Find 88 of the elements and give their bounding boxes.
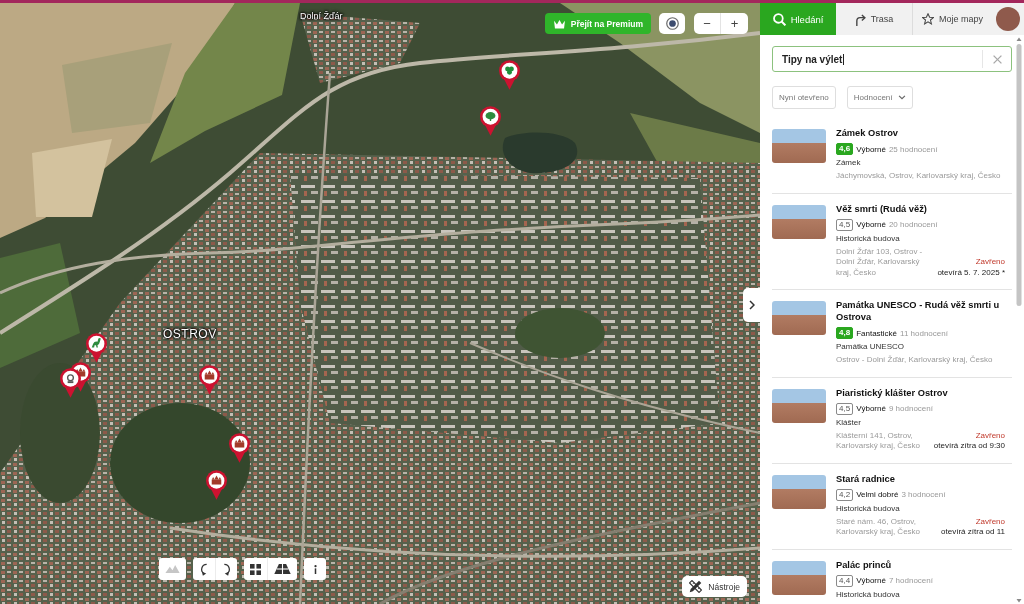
mountain-icon <box>165 565 180 573</box>
rating-count: 11 hodnocení <box>900 328 948 338</box>
rating-verdict: Výborné <box>856 144 886 154</box>
place-title[interactable]: Palác princů <box>836 558 1005 571</box>
rating-verdict: Výborné <box>856 404 886 413</box>
tools-button[interactable]: Nástroje <box>682 576 747 597</box>
category-label: Památka UNESCO <box>836 341 906 353</box>
perspective-grid-icon <box>274 564 291 574</box>
status-text: Zavřeno <box>974 516 1005 527</box>
clover-pin-icon[interactable] <box>499 60 520 90</box>
opening-hours-text: otevírá zítra od 9:30 <box>933 441 1005 452</box>
address-text: Dolní Žďár 103, Ostrov - Dolní Žďár, Karlovarský kraj, Česko <box>836 246 924 278</box>
rating-score: 4,4 <box>836 574 854 587</box>
rating-count: 25 hodnocení <box>888 144 938 154</box>
zoom-out-button[interactable]: − <box>694 13 721 34</box>
locate-button[interactable] <box>659 13 685 34</box>
text-cursor <box>843 53 845 65</box>
rating-count: 9 hodnocení <box>888 404 933 413</box>
pencil-ruler-icon <box>689 580 703 593</box>
opening-hours-text: otevírá 5. 7. 2025 * <box>937 267 1005 278</box>
grid-icon <box>250 563 261 575</box>
tab[interactable]: Moje mapy <box>912 3 992 35</box>
info-button[interactable] <box>304 558 326 580</box>
search-field[interactable]: Tipy na výlet <box>772 46 1012 72</box>
address-text: Ostrov - Dolní Žďár, Karlovarský kraj, Česko <box>836 355 994 366</box>
chevron-right-icon <box>748 300 755 310</box>
photo-placeholder <box>772 129 826 163</box>
rating-verdict: Fantastické <box>856 328 898 338</box>
route-arrow-icon <box>854 12 866 26</box>
category-label: Historická budova <box>836 232 901 245</box>
place-title[interactable]: Věž smrti (Rudá věž) <box>836 202 1005 215</box>
status-text: Zavřeno <box>974 430 1005 441</box>
perspective-button[interactable] <box>267 558 297 580</box>
search-icon <box>772 12 786 26</box>
address-text: Staré nám. 46, Ostrov, Karlovarský kraj, Česko <box>836 516 922 538</box>
place-title[interactable]: Stará radnice <box>836 472 1005 485</box>
address-text: Jáchymovská, Ostrov, Karlovarský kraj, Česko <box>836 171 1002 182</box>
dinosaur-pin-icon[interactable] <box>86 333 107 363</box>
rotate-left-icon <box>200 562 208 576</box>
place-title[interactable]: Památka UNESCO - Rudá věž smrti u Ostrova <box>836 299 1005 323</box>
category-label: Historická budova <box>836 588 901 601</box>
grid-view-button[interactable] <box>244 558 267 580</box>
target-icon <box>665 17 679 30</box>
rating-count: 3 hodnocení <box>901 490 946 499</box>
avatar[interactable] <box>996 7 1020 31</box>
rating-score: 4,2 <box>836 488 854 501</box>
opening-hours-text: otevírá zítra od 11 <box>941 527 1005 538</box>
rating-score: 4,5 <box>836 218 854 231</box>
photo-placeholder <box>772 204 826 239</box>
place-title[interactable]: Zámek Ostrov <box>836 127 1005 139</box>
ring-pin-icon[interactable] <box>60 368 81 398</box>
zoom-in-button[interactable]: + <box>721 13 748 34</box>
dropdown-button[interactable]: Hodnocení <box>846 86 913 109</box>
star-icon <box>922 13 934 25</box>
scrollbar[interactable] <box>1016 37 1022 603</box>
rating-verdict: Výborné <box>856 576 886 585</box>
castle-pin-icon[interactable] <box>229 433 250 463</box>
photo-placeholder <box>772 474 826 509</box>
category-label: Historická budova <box>836 502 901 515</box>
crown-icon <box>552 18 566 29</box>
tab[interactable]: Trasa <box>836 3 912 35</box>
rotate-left-button[interactable] <box>193 558 215 580</box>
photo-placeholder <box>772 301 826 335</box>
rating-verdict: Výborné <box>856 220 886 229</box>
rating-score: 4,6 <box>836 143 854 155</box>
rating-score: 4,5 <box>836 402 854 415</box>
close-icon <box>992 54 1002 64</box>
tree-pin-icon[interactable] <box>480 106 501 136</box>
sidebar-toggle-button[interactable] <box>743 288 760 322</box>
status-text: Zavřeno <box>974 257 1005 268</box>
place-title[interactable]: Piaristický klášter Ostrov <box>836 386 1005 399</box>
category-label: Zámek <box>836 157 862 169</box>
castle-pin-icon[interactable] <box>206 470 227 500</box>
rotate-right-button[interactable] <box>215 558 237 580</box>
address-text: Klášterní 141, Ostrov, Karlovarský kraj, Česko <box>836 430 922 452</box>
castle-pin-icon[interactable] <box>199 365 220 395</box>
chevron-down-icon <box>897 95 906 100</box>
category-label: Klášter <box>836 416 862 429</box>
info-icon <box>313 563 317 575</box>
place-label: Dolní Žďár <box>300 11 343 22</box>
photo-placeholder <box>772 560 826 595</box>
rating-verdict: Velmi dobré <box>856 490 899 499</box>
rating-count: 7 hodnocení <box>888 576 933 585</box>
rotate-right-icon <box>222 562 231 576</box>
rating-count: 20 hodnocení <box>888 220 938 229</box>
filter-button[interactable]: Nyní otevřeno <box>772 86 836 109</box>
rating-score: 4,8 <box>836 327 854 339</box>
photo-placeholder <box>772 388 826 423</box>
